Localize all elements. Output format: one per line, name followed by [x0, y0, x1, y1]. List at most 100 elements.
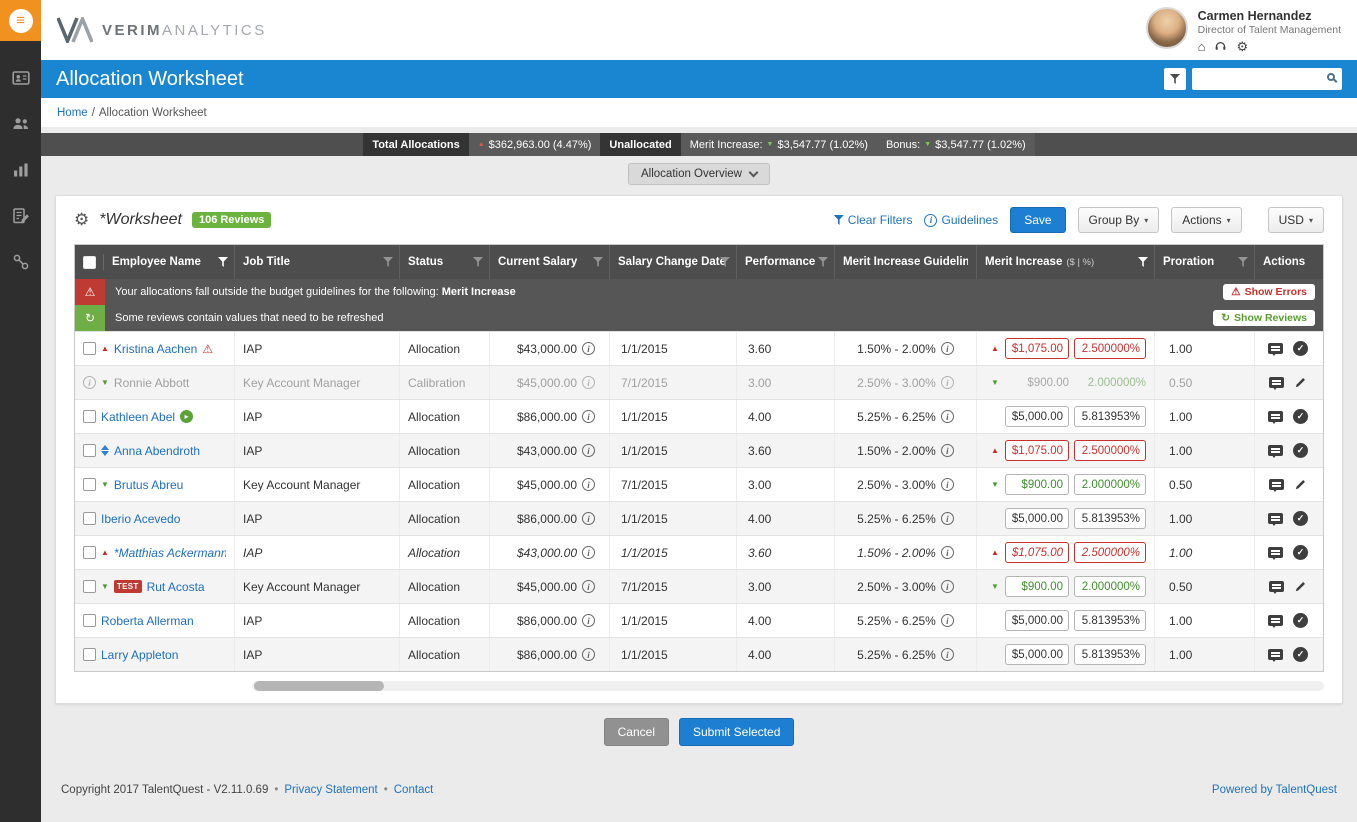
info-icon[interactable]: i [582, 478, 595, 491]
home-icon[interactable]: ⌂ [1198, 40, 1206, 53]
info-icon[interactable]: i [582, 512, 595, 525]
allocation-overview-dropdown[interactable]: Allocation Overview [628, 163, 770, 185]
approve-icon[interactable]: ✓ [1293, 443, 1308, 458]
merit-amount-input[interactable] [1005, 338, 1069, 359]
sidebar-item-worksheet[interactable] [10, 205, 32, 227]
sidebar-item-analytics[interactable] [10, 159, 32, 181]
merit-percent-input[interactable] [1074, 508, 1146, 529]
menu-button[interactable]: ≡ [0, 0, 41, 41]
column-filter-icon[interactable] [1238, 257, 1248, 267]
info-icon[interactable]: i [582, 410, 595, 423]
row-checkbox[interactable] [83, 478, 96, 491]
row-checkbox[interactable] [83, 342, 96, 355]
merit-percent-input[interactable] [1074, 406, 1146, 427]
column-header-merit[interactable]: Merit Increase ($ | %) [977, 245, 1155, 279]
column-header-name[interactable]: Employee Name [75, 245, 235, 279]
info-icon[interactable]: i [940, 478, 954, 491]
comment-icon[interactable] [1269, 581, 1284, 594]
info-icon[interactable]: i [940, 410, 954, 423]
clear-filters-link[interactable]: Clear Filters [833, 213, 912, 227]
edit-icon[interactable] [1294, 478, 1307, 491]
info-icon[interactable]: i [582, 444, 595, 457]
info-icon[interactable]: i [582, 614, 595, 627]
actions-dropdown[interactable]: Actions ▾ [1171, 207, 1242, 233]
employee-name-link[interactable]: Ronnie Abbott [114, 376, 189, 390]
contact-link[interactable]: Contact [394, 784, 434, 796]
row-checkbox[interactable] [83, 648, 96, 661]
info-icon[interactable]: i [582, 580, 595, 593]
merit-percent-input[interactable] [1074, 576, 1146, 597]
comment-icon[interactable] [1268, 445, 1283, 458]
column-header-actions[interactable]: Actions [1255, 245, 1321, 279]
column-header-salary[interactable]: Current Salary [490, 245, 610, 279]
info-icon[interactable]: i [940, 512, 954, 525]
row-checkbox[interactable] [83, 444, 96, 457]
merit-amount-input[interactable] [1005, 508, 1069, 529]
info-icon[interactable]: i [940, 444, 954, 457]
cancel-button[interactable]: Cancel [603, 718, 669, 746]
row-checkbox[interactable] [83, 580, 96, 593]
info-icon[interactable]: i [940, 648, 954, 661]
row-checkbox[interactable] [83, 546, 96, 559]
privacy-link[interactable]: Privacy Statement [284, 784, 377, 796]
column-header-status[interactable]: Status [400, 245, 490, 279]
column-header-pror[interactable]: Proration [1155, 245, 1255, 279]
merit-amount-input[interactable] [1005, 610, 1069, 631]
merit-amount-input[interactable] [1005, 644, 1069, 665]
row-checkbox[interactable] [83, 614, 96, 627]
guidelines-link[interactable]: i Guidelines [924, 213, 998, 227]
comment-icon[interactable] [1269, 479, 1284, 492]
merit-amount-input[interactable] [1005, 576, 1069, 597]
employee-name-link[interactable]: Larry Appleton [101, 648, 178, 662]
search-icon[interactable] [1327, 73, 1335, 81]
submit-selected-button[interactable]: Submit Selected [678, 718, 795, 746]
info-icon[interactable]: i [582, 648, 595, 661]
employee-name-link[interactable]: Roberta Allerman [101, 614, 194, 628]
breadcrumb-home-link[interactable]: Home [57, 107, 88, 119]
column-header-job[interactable]: Job Title [235, 245, 400, 279]
approve-icon[interactable]: ✓ [1293, 545, 1308, 560]
show-reviews-button[interactable]: ↻ Show Reviews [1213, 310, 1315, 326]
merit-amount-input[interactable] [1005, 406, 1069, 427]
info-icon[interactable]: i [940, 342, 954, 355]
employee-name-link[interactable]: Rut Acosta [147, 580, 205, 594]
edit-icon[interactable] [1294, 580, 1307, 593]
info-icon[interactable]: i [582, 376, 595, 389]
employee-name-link[interactable]: Iberio Acevedo [101, 512, 180, 526]
info-icon[interactable]: i [940, 546, 954, 559]
approve-icon[interactable]: ✓ [1293, 409, 1308, 424]
search-input[interactable] [1192, 68, 1342, 90]
currency-dropdown[interactable]: USD ▾ [1267, 207, 1324, 233]
comment-icon[interactable] [1268, 649, 1283, 662]
edit-icon[interactable] [1294, 376, 1307, 389]
row-checkbox[interactable] [83, 512, 96, 525]
row-info-icon[interactable]: i [83, 376, 96, 389]
comment-icon[interactable] [1268, 343, 1283, 356]
merit-percent-input[interactable] [1074, 338, 1146, 359]
settings-icon[interactable]: ⚙ [1236, 40, 1248, 53]
comment-icon[interactable] [1268, 615, 1283, 628]
worksheet-settings-icon[interactable]: ⚙ [74, 210, 89, 230]
scrollbar-thumb[interactable] [254, 681, 384, 691]
column-filter-icon[interactable] [383, 257, 393, 267]
save-button[interactable]: Save [1010, 207, 1066, 233]
merit-percent-input[interactable] [1074, 542, 1146, 563]
sidebar-item-people[interactable] [10, 113, 32, 135]
employee-name-link[interactable]: Kathleen Abel [101, 410, 175, 424]
sidebar-item-employees[interactable] [10, 67, 32, 89]
employee-name-link[interactable]: Kristina Aachen [114, 342, 197, 356]
merit-percent-input[interactable] [1074, 474, 1146, 495]
row-checkbox[interactable] [83, 410, 96, 423]
approve-icon[interactable]: ✓ [1293, 613, 1308, 628]
comment-icon[interactable] [1269, 377, 1284, 390]
column-filter-icon[interactable] [1138, 257, 1148, 267]
comment-icon[interactable] [1268, 513, 1283, 526]
merit-percent-input[interactable] [1074, 644, 1146, 665]
support-icon[interactable] [1214, 39, 1227, 54]
employee-name-link[interactable]: *Matthias Ackermann [114, 546, 226, 560]
column-filter-icon[interactable] [593, 257, 603, 267]
approve-icon[interactable]: ✓ [1293, 647, 1308, 662]
show-errors-button[interactable]: ⚠ Show Errors [1223, 284, 1315, 300]
employee-name-link[interactable]: Anna Abendroth [114, 444, 200, 458]
brand-logo[interactable]: VERIMANALYTICS [57, 17, 267, 43]
